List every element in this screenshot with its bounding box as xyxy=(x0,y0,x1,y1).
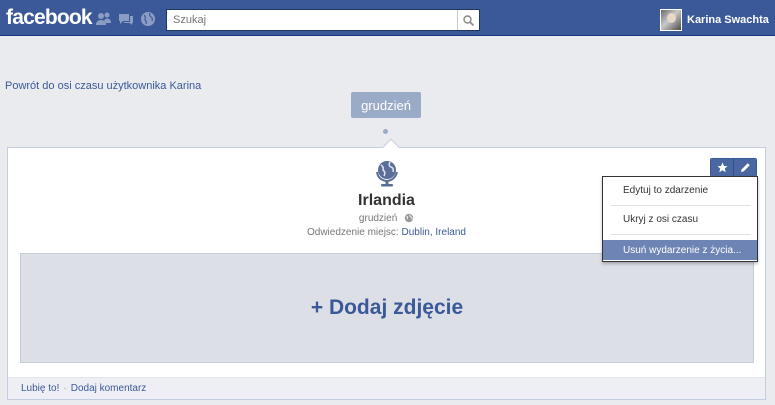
facebook-logo[interactable]: facebook xyxy=(6,6,93,30)
timeline-month-marker[interactable]: grudzień xyxy=(351,92,421,118)
event-tool-buttons xyxy=(710,158,757,177)
privacy-globe-icon[interactable] xyxy=(404,213,414,223)
event-options-menu: Edytuj to zdarzenie Ukryj z osi czasu Us… xyxy=(602,176,758,262)
menu-separator xyxy=(611,234,751,235)
add-photo-area[interactable]: + Dodaj zdjęcie xyxy=(20,253,754,363)
avatar[interactable] xyxy=(660,9,682,31)
edit-pencil-button[interactable] xyxy=(733,159,756,176)
search-box xyxy=(166,9,480,31)
top-bar: facebook Karina Swachta xyxy=(0,0,775,36)
places-label: Odwiedzenie miejsc: xyxy=(307,227,399,238)
card-footer: Lubię to! · Dodaj komentarz xyxy=(8,377,765,399)
place-link[interactable]: Dublin, Ireland xyxy=(402,227,466,238)
star-icon xyxy=(717,162,728,173)
messages-icon[interactable] xyxy=(118,11,134,27)
user-name[interactable]: Karina Swachta xyxy=(687,14,769,26)
footer-separator: · xyxy=(63,383,67,394)
globe-icon xyxy=(376,161,398,187)
notifications-globe-icon[interactable] xyxy=(140,11,156,27)
menu-separator xyxy=(611,205,751,206)
menu-item-hide-from-timeline[interactable]: Ukryj z osi czasu xyxy=(603,209,757,229)
back-to-timeline-link[interactable]: Powrót do osi czasu użytkownika Karina xyxy=(5,80,201,92)
friend-requests-icon[interactable] xyxy=(96,11,112,27)
menu-item-delete-life-event[interactable]: Usuń wydarzenie z życia... xyxy=(603,240,757,260)
like-link[interactable]: Lubię to! xyxy=(21,383,59,394)
search-icon xyxy=(463,14,474,26)
add-comment-link[interactable]: Dodaj komentarz xyxy=(71,383,147,394)
add-photo-label[interactable]: + Dodaj zdjęcie xyxy=(311,296,463,320)
search-input[interactable] xyxy=(167,10,457,30)
card-notch xyxy=(382,138,400,156)
timeline-dot xyxy=(383,129,388,134)
feature-star-button[interactable] xyxy=(711,159,734,176)
user-profile-link[interactable]: Karina Swachta xyxy=(660,9,769,31)
event-date: grudzień xyxy=(358,213,398,224)
pencil-icon xyxy=(740,163,750,172)
search-button[interactable] xyxy=(457,10,479,30)
menu-item-edit-event[interactable]: Edytuj to zdarzenie xyxy=(603,180,757,200)
